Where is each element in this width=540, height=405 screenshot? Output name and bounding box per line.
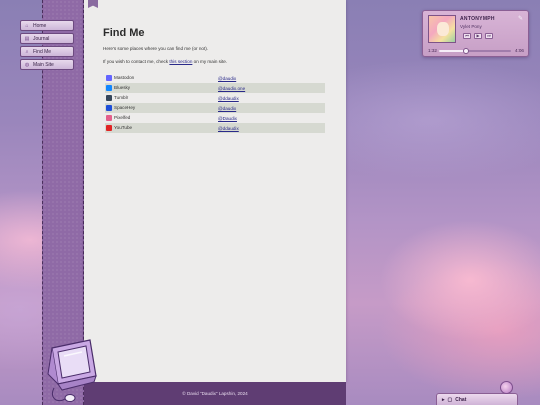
handle-cell: @Daudix — [217, 113, 325, 123]
table-row: Pixelfed @Daudix — [105, 113, 325, 123]
site-name: Bluesky — [114, 85, 131, 91]
site-cell: Mastodon — [105, 73, 217, 83]
handle-link[interactable]: @daudix — [218, 76, 236, 81]
site-name: Mastodon — [114, 75, 135, 81]
table-row: YouTube @ddaudix — [105, 123, 325, 133]
handle-link[interactable]: @daudix — [218, 106, 236, 111]
site-name: YouTube — [114, 125, 133, 131]
nav-item-main-site[interactable]: ◍ Main Site — [20, 59, 74, 70]
nav-item-home[interactable]: ⌂ Home — [20, 20, 74, 31]
site-icon — [106, 95, 112, 101]
computer-mascot-icon — [47, 339, 97, 402]
elapsed-time: 1:32 — [428, 48, 437, 53]
contact-text: If you wish to contact me, check this se… — [103, 59, 227, 64]
seek-thumb[interactable] — [462, 48, 469, 54]
handle-cell: @daudix — [217, 103, 325, 113]
footer-text: © David "Daudix" Lapshin, 2024 — [182, 391, 248, 396]
nav-item-label: Journal — [33, 35, 50, 42]
globe-icon: ◍ — [24, 61, 30, 68]
play-icon[interactable]: ▶ — [474, 33, 482, 39]
site-name: SpaceHey — [114, 105, 136, 111]
table-row: SpaceHey @daudix — [105, 103, 325, 113]
chat-avatar[interactable] — [500, 381, 513, 394]
handle-link[interactable]: @ddaudix — [218, 126, 239, 131]
handle-link[interactable]: @daudix.one — [218, 86, 245, 91]
site-cell: YouTube — [105, 123, 217, 133]
nav-item-journal[interactable]: ▤ Journal — [20, 33, 74, 44]
site-icon — [106, 75, 112, 81]
nav-item-find-me[interactable]: ⌕ Find Me — [20, 46, 74, 57]
journal-icon: ▤ — [24, 35, 30, 42]
duration-time: 4:06 — [515, 48, 524, 53]
home-icon: ⌂ — [25, 22, 29, 29]
table-row: Bluesky @daudix.one — [105, 83, 325, 93]
intro-text: Here's some places where you can find me… — [103, 46, 209, 51]
page-title: Find Me — [103, 27, 145, 39]
handle-cell: @daudix.one — [217, 83, 325, 93]
previous-icon[interactable]: ⏮ — [463, 33, 471, 39]
album-art — [428, 15, 456, 43]
handle-link[interactable]: @Daudix — [218, 116, 237, 121]
track-title: ANTONYMPH — [460, 16, 495, 22]
contact-suffix: on my main site. — [192, 59, 228, 64]
next-icon[interactable]: ⏭ — [485, 33, 493, 39]
chevron-right-icon: ▸ — [442, 396, 445, 403]
player-controls: ⏮ ▶ ⏭ — [463, 33, 493, 39]
site-name: Tumblr — [114, 95, 129, 101]
seek-bar[interactable] — [439, 48, 511, 54]
site-icon — [106, 85, 112, 91]
handle-cell: @daudix — [217, 73, 325, 83]
contact-prefix: If you wish to contact me, check — [103, 59, 170, 64]
handle-cell: @ddaudix — [217, 123, 325, 133]
handle-link[interactable]: @ddaudix — [218, 96, 239, 101]
chat-icon: ▢ — [447, 396, 453, 403]
track-artist: Vylet Pony — [460, 24, 482, 29]
contact-section-link[interactable]: this section — [169, 59, 192, 64]
sidebar-nav: ⌂ Home ▤ Journal ⌕ Find Me ◍ Main Site — [20, 20, 74, 70]
site-cell: Tumblr — [105, 93, 217, 103]
site-icon — [106, 125, 112, 131]
nav-item-label: Find Me — [33, 48, 52, 55]
table-row: Tumblr @ddaudix — [105, 93, 325, 103]
table-row: Mastodon @daudix — [105, 73, 325, 83]
site-icon — [106, 105, 112, 111]
links-table: Mastodon @daudix Bluesky @daudix.one Tumblr @… — [105, 73, 325, 133]
nav-item-label: Home — [33, 22, 47, 29]
site-cell: Pixelfed — [105, 113, 217, 123]
seek-fill — [439, 50, 466, 52]
nav-item-label: Main Site — [33, 61, 54, 68]
site-cell: Bluesky — [105, 83, 217, 93]
handle-cell: @ddaudix — [217, 93, 325, 103]
footer: © David "Daudix" Lapshin, 2024 — [84, 382, 346, 405]
content-panel: Find Me Here's some places where you can… — [84, 0, 346, 382]
music-player: ANTONYMPH Vylet Pony ✎ ⏮ ▶ ⏭ 1:32 4:06 — [422, 10, 529, 57]
site-name: Pixelfed — [114, 115, 131, 121]
search-icon: ⌕ — [25, 48, 29, 55]
chat-label: Chat — [455, 396, 467, 403]
chat-button[interactable]: ▸ ▢ Chat — [436, 393, 518, 405]
site-icon — [106, 115, 112, 121]
site-cell: SpaceHey — [105, 103, 217, 113]
pin-icon[interactable]: ✎ — [518, 15, 523, 22]
